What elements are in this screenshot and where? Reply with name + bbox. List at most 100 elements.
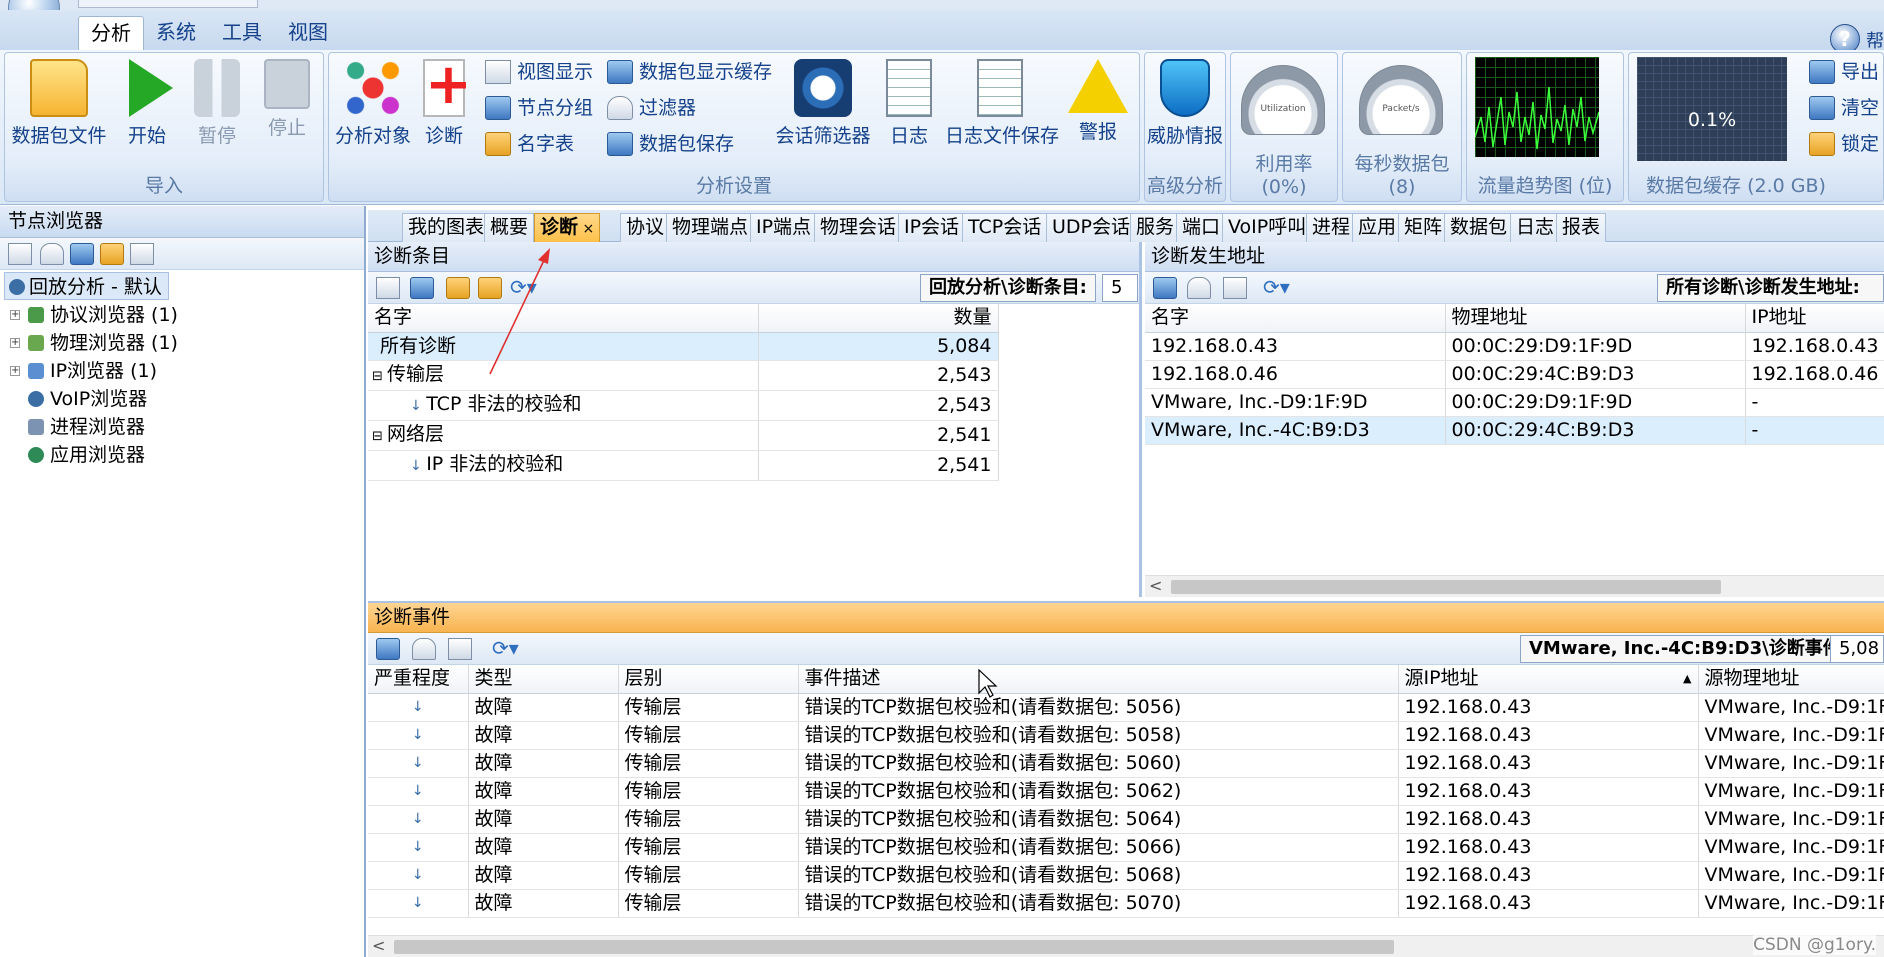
scroll-left-icon[interactable]: <: [372, 936, 385, 955]
ribbon-tab-system[interactable]: 系统: [144, 16, 208, 50]
view-display-button[interactable]: 视图显示: [485, 57, 593, 87]
alert-node-icon[interactable]: [100, 243, 124, 265]
events-horizontal-scrollbar[interactable]: <: [368, 935, 1884, 957]
table-row[interactable]: VMware, Inc.-4C:B9:D3 00:0C:29:4C:B9:D3-: [1145, 416, 1884, 445]
group-node-icon[interactable]: [70, 243, 94, 265]
quick-access-toolbar[interactable]: [78, 0, 258, 8]
ribbon-tab-view[interactable]: 视图: [276, 16, 340, 50]
table-row[interactable]: ↓ 故障 传输层 错误的TCP数据包校验和(请看数据包: 5062) 192.168.0…: [368, 777, 1884, 806]
table-row[interactable]: 所有诊断 5,084: [368, 332, 999, 361]
doc-tab[interactable]: 协议: [620, 213, 671, 242]
tree-item-process[interactable]: 进程浏览器: [10, 413, 145, 441]
table-row[interactable]: ⊟ 网络层 2,541: [368, 420, 999, 451]
column-header-ip[interactable]: IP地址: [1745, 304, 1884, 333]
doc-tab[interactable]: 我的图表: [402, 213, 491, 242]
table-row[interactable]: ↓ 故障 传输层 错误的TCP数据包校验和(请看数据包: 5064) 192.168.0…: [368, 805, 1884, 834]
columns-icon[interactable]: [1223, 277, 1247, 299]
refresh-icon[interactable]: ⟳▾: [1263, 277, 1290, 299]
stop-button[interactable]: 停止: [257, 59, 317, 140]
save-icon[interactable]: [376, 638, 400, 660]
column-header-count[interactable]: 数量: [758, 304, 999, 333]
doc-tab[interactable]: 日志: [1510, 213, 1561, 242]
filter-node-icon[interactable]: [40, 243, 64, 265]
scroll-thumb[interactable]: [394, 940, 1394, 954]
table-row[interactable]: ↓ 故障 传输层 错误的TCP数据包校验和(请看数据包: 5058) 192.168.0…: [368, 721, 1884, 750]
column-header-source-ip[interactable]: 源IP地址 ▲: [1398, 665, 1699, 694]
column-header-name[interactable]: 名字: [1145, 304, 1446, 333]
export-events-icon[interactable]: [448, 638, 472, 660]
doc-tab[interactable]: 端口: [1176, 213, 1227, 242]
scroll-thumb[interactable]: [1171, 580, 1721, 594]
doc-tab[interactable]: 物理会话: [814, 213, 903, 242]
table-row[interactable]: ↓ IP 非法的校验和 2,541: [368, 450, 999, 481]
filter-button[interactable]: 过滤器: [607, 93, 696, 123]
doc-tab[interactable]: IP端点: [750, 213, 818, 242]
table-row[interactable]: ⊟ 传输层 2,543: [368, 360, 999, 391]
pause-button[interactable]: 暂停: [187, 59, 247, 148]
doc-tab[interactable]: 物理端点: [666, 213, 755, 242]
doc-tab[interactable]: 矩阵: [1398, 213, 1449, 242]
threat-intel-button[interactable]: 威胁情报: [1147, 59, 1223, 148]
session-filter-button[interactable]: 会话筛选器: [773, 59, 873, 148]
doc-tab[interactable]: 数据包: [1444, 213, 1514, 242]
log-file-save-button[interactable]: 日志文件保存: [945, 59, 1059, 148]
table-row[interactable]: ↓ 故障 传输层 错误的TCP数据包校验和(请看数据包: 5070) 192.168.0…: [368, 889, 1884, 918]
properties-node-icon[interactable]: [130, 243, 154, 265]
table-row[interactable]: ↓ 故障 传输层 错误的TCP数据包校验和(请看数据包: 5068) 192.168.0…: [368, 861, 1884, 890]
expand-all-icon[interactable]: [446, 277, 470, 299]
refresh-icon[interactable]: ⟳▾: [492, 638, 519, 660]
packet-file-button[interactable]: 数据包文件: [9, 59, 109, 148]
doc-tab[interactable]: 概要: [484, 213, 535, 242]
addresses-horizontal-scrollbar[interactable]: <: [1145, 575, 1884, 597]
settings-icon[interactable]: [376, 277, 400, 299]
traffic-trend-graph[interactable]: [1475, 57, 1599, 157]
tree-item-ip[interactable]: + IP浏览器 (1): [10, 357, 157, 385]
expand-icon[interactable]: +: [10, 366, 20, 376]
table-row[interactable]: ↓ TCP 非法的校验和 2,543: [368, 390, 999, 421]
table-row[interactable]: ↓ 故障 传输层 错误的TCP数据包校验和(请看数据包: 5066) 192.168.0…: [368, 833, 1884, 862]
packet-display-cache-button[interactable]: 数据包显示缓存: [607, 57, 772, 87]
column-header-description[interactable]: 事件描述: [798, 665, 1399, 694]
column-header-name[interactable]: 名字: [368, 304, 759, 333]
doc-tab[interactable]: 诊断 ×: [534, 213, 601, 242]
column-header-layer[interactable]: 层别: [618, 665, 799, 694]
table-row[interactable]: 192.168.0.46 00:0C:29:4C:B9:D3 192.168.0.4…: [1145, 360, 1884, 389]
lock-button[interactable]: 锁定: [1809, 129, 1879, 159]
doc-tab[interactable]: 进程: [1306, 213, 1357, 242]
save-icon[interactable]: [1153, 277, 1177, 299]
ribbon-tab-tools[interactable]: 工具: [210, 16, 274, 50]
doc-tab[interactable]: IP会话: [898, 213, 966, 242]
table-row[interactable]: ↓ 故障 传输层 错误的TCP数据包校验和(请看数据包: 5056) 192.168.0…: [368, 693, 1884, 722]
table-row[interactable]: VMware, Inc.-D9:1F:9D 00:0C:29:D9:1F:9D -: [1145, 388, 1884, 417]
add-node-icon[interactable]: [8, 243, 32, 265]
analysis-object-button[interactable]: 分析对象: [333, 59, 413, 148]
close-tab-icon[interactable]: ×: [578, 221, 594, 237]
doc-tab[interactable]: UDP会话: [1046, 213, 1136, 242]
tree-root[interactable]: 回放分析 - 默认: [4, 272, 169, 300]
node-group-button[interactable]: 节点分组: [485, 93, 593, 123]
packet-save-button[interactable]: 数据包保存: [607, 129, 734, 159]
ribbon-tab-analysis[interactable]: 分析: [78, 16, 144, 50]
log-button[interactable]: 日志: [881, 59, 937, 148]
alarm-button[interactable]: 警报: [1063, 59, 1133, 144]
column-header-mac[interactable]: 物理地址: [1445, 304, 1746, 333]
doc-tab[interactable]: 报表: [1556, 213, 1607, 242]
expand-icon[interactable]: +: [10, 310, 20, 320]
export-button[interactable]: 导出: [1809, 57, 1879, 87]
filter-icon[interactable]: [412, 638, 436, 660]
expand-icon[interactable]: +: [10, 338, 20, 348]
doc-tab[interactable]: VoIP呼叫: [1222, 213, 1313, 242]
doc-tab[interactable]: 应用: [1352, 213, 1403, 242]
clear-button[interactable]: 清空: [1809, 93, 1879, 123]
app-menu-orb[interactable]: [8, 0, 60, 10]
column-header-source-mac[interactable]: 源物理地址: [1698, 665, 1884, 694]
scroll-left-icon[interactable]: <: [1149, 576, 1162, 595]
diagnosis-button[interactable]: 诊断: [421, 55, 467, 148]
doc-tab[interactable]: TCP会话: [962, 213, 1048, 242]
start-button[interactable]: 开始: [117, 59, 177, 148]
filter-icon[interactable]: [1187, 277, 1211, 299]
tree-item-voip[interactable]: VoIP浏览器: [10, 385, 147, 413]
table-row[interactable]: ↓ 故障 传输层 错误的TCP数据包校验和(请看数据包: 5060) 192.168.0…: [368, 749, 1884, 778]
column-header-severity[interactable]: 严重程度: [368, 665, 469, 694]
doc-tab[interactable]: 服务: [1130, 213, 1181, 242]
